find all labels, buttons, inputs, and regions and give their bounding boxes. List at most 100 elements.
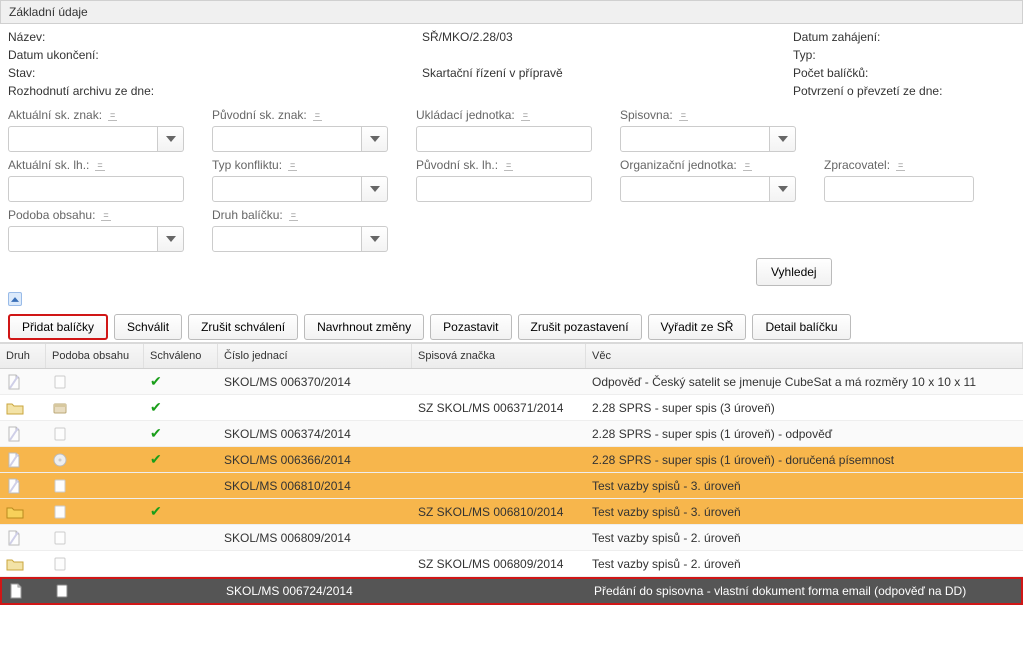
search-button[interactable]: Vyhledej <box>756 258 832 286</box>
eq-icon: = <box>289 210 298 221</box>
label-zpracovatel: Zpracovatel: <box>824 158 890 172</box>
eq-icon: = <box>288 160 297 171</box>
label-akt-sk-lh: Aktuální sk. lh.: <box>8 158 89 172</box>
dropdown-typ-konfliktu[interactable] <box>362 176 388 202</box>
input-ukl-jednotka[interactable] <box>416 126 592 152</box>
remove-button[interactable]: Vyřadit ze SŘ <box>648 314 747 340</box>
eq-icon: = <box>504 160 513 171</box>
eq-icon: = <box>313 110 322 121</box>
input-zpracovatel[interactable] <box>824 176 974 202</box>
cell-sz: SZ SKOL/MS 006810/2014 <box>412 505 586 519</box>
eq-icon: = <box>95 160 104 171</box>
filters-section: Aktuální sk. znak:= Původní sk. znak:= U… <box>0 104 1023 252</box>
input-puv-sk-lh[interactable] <box>416 176 592 202</box>
results-grid: Druh Podoba obsahu Schváleno Číslo jedna… <box>0 343 1023 605</box>
suspend-button[interactable]: Pozastavit <box>430 314 511 340</box>
panel-title: Základní údaje <box>0 0 1023 24</box>
cell-schvaleno: ✔ <box>144 425 218 442</box>
collapse-toggle[interactable] <box>8 292 22 306</box>
toolbar: Přidat balíčky Schválit Zrušit schválení… <box>0 312 1023 343</box>
table-row[interactable]: ✔ SKOL/MS 006374/2014 2.28 SPRS - super sp… <box>0 421 1023 447</box>
label-puv-sk-lh: Původní sk. lh.: <box>416 158 498 172</box>
dropdown-puv-sk-znak[interactable] <box>362 126 388 152</box>
label-nazev: Název: <box>8 30 45 44</box>
input-typ-konfliktu[interactable] <box>212 176 362 202</box>
detail-button[interactable]: Detail balíčku <box>752 314 850 340</box>
value-nazev: SŘ/MKO/2.28/03 <box>422 30 513 44</box>
cancel-suspend-button[interactable]: Zrušit pozastavení <box>518 314 642 340</box>
label-ukl-jednotka: Ukládací jednotka: <box>416 108 515 122</box>
input-akt-sk-lh[interactable] <box>8 176 184 202</box>
col-sz[interactable]: Spisová značka <box>412 344 586 368</box>
label-potvrzeni: Potvrzení o převzetí ze dne: <box>793 84 942 98</box>
cell-schvaleno: ✔ <box>144 451 218 468</box>
table-row[interactable]: SKOL/MS 006724/2014Předání do spisovna -… <box>0 577 1023 605</box>
col-vec[interactable]: Věc <box>586 344 1023 368</box>
table-row[interactable]: SKOL/MS 006810/2014Test vazby spisů - 3.… <box>0 473 1023 499</box>
cell-druh-icon <box>0 478 46 494</box>
add-packages-button[interactable]: Přidat balíčky <box>8 314 108 340</box>
eq-icon: = <box>101 210 110 221</box>
col-cj[interactable]: Číslo jednací <box>218 344 412 368</box>
cell-podoba-icon <box>46 374 144 390</box>
cell-druh-icon <box>0 530 46 546</box>
label-typ-konfliktu: Typ konfliktu: <box>212 158 282 172</box>
cell-podoba-icon <box>46 452 144 468</box>
cell-vec: 2.28 SPRS - super spis (1 úroveň) - odpo… <box>586 427 1023 441</box>
input-druh-balicku[interactable] <box>212 226 362 252</box>
cell-sz: SZ SKOL/MS 006371/2014 <box>412 401 586 415</box>
approve-button[interactable]: Schválit <box>114 314 182 340</box>
col-druh[interactable]: Druh <box>0 344 46 368</box>
label-podoba-obsahu: Podoba obsahu: <box>8 208 95 222</box>
dropdown-druh-balicku[interactable] <box>362 226 388 252</box>
table-row[interactable]: SZ SKOL/MS 006809/2014Test vazby spisů -… <box>0 551 1023 577</box>
table-row[interactable]: ✔SKOL/MS 006370/2014Odpověď - Český sate… <box>0 369 1023 395</box>
label-stav: Stav: <box>8 66 35 80</box>
input-akt-sk-znak[interactable] <box>8 126 158 152</box>
col-schvaleno[interactable]: Schváleno <box>144 344 218 368</box>
info-section: Název: SŘ/MKO/2.28/03 Datum zahájení: Da… <box>0 24 1023 104</box>
table-row[interactable]: ✔SKOL/MS 006366/20142.28 SPRS - super sp… <box>0 447 1023 473</box>
label-pocet: Počet balíčků: <box>793 66 868 80</box>
cell-vec: 2.28 SPRS - super spis (3 úroveň) <box>586 401 1023 415</box>
dropdown-org-jednotka[interactable] <box>770 176 796 202</box>
cell-vec: Předání do spisovna - vlastní dokument f… <box>588 584 1021 598</box>
cell-druh-icon <box>0 374 46 390</box>
grid-header: Druh Podoba obsahu Schváleno Číslo jedna… <box>0 344 1023 369</box>
label-akt-sk-znak: Aktuální sk. znak: <box>8 108 102 122</box>
input-podoba-obsahu[interactable] <box>8 226 158 252</box>
input-puv-sk-znak[interactable] <box>212 126 362 152</box>
input-org-jednotka[interactable] <box>620 176 770 202</box>
cell-cj: SKOL/MS 006810/2014 <box>218 479 412 493</box>
check-icon: ✔ <box>150 425 162 442</box>
check-icon: ✔ <box>150 503 162 520</box>
cell-schvaleno: ✔ <box>144 399 218 416</box>
input-spisovna[interactable] <box>620 126 770 152</box>
cell-schvaleno: ✔ <box>144 503 218 520</box>
col-podoba[interactable]: Podoba obsahu <box>46 344 144 368</box>
table-row[interactable]: ✔ SZ SKOL/MS 006810/2014Test vazby spisů … <box>0 499 1023 525</box>
value-stav: Skartační řízení v přípravě <box>422 66 563 80</box>
cell-podoba-icon <box>46 426 144 442</box>
label-datum-ukonceni: Datum ukončení: <box>8 48 99 62</box>
cancel-approval-button[interactable]: Zrušit schválení <box>188 314 298 340</box>
dropdown-akt-sk-znak[interactable] <box>158 126 184 152</box>
label-rozhodnuti: Rozhodnutí archivu ze dne: <box>8 84 154 98</box>
table-row[interactable]: SKOL/MS 006809/2014 Test vazby spisů - 2.… <box>0 525 1023 551</box>
cell-schvaleno: ✔ <box>144 373 218 390</box>
cell-cj: SKOL/MS 006809/2014 <box>218 531 412 545</box>
cell-podoba-icon <box>46 556 144 572</box>
cell-vec: Test vazby spisů - 3. úroveň <box>586 505 1023 519</box>
cell-vec: Test vazby spisů - 2. úroveň <box>586 531 1023 545</box>
propose-changes-button[interactable]: Navrhnout změny <box>304 314 424 340</box>
cell-druh-icon <box>0 401 46 415</box>
table-row[interactable]: ✔ SZ SKOL/MS 006371/20142.28 SPRS - super… <box>0 395 1023 421</box>
dropdown-spisovna[interactable] <box>770 126 796 152</box>
cell-vec: 2.28 SPRS - super spis (1 úroveň) - doru… <box>586 453 1023 467</box>
cell-vec: Odpověď - Český satelit se jmenuje CubeS… <box>586 375 1023 389</box>
cell-podoba-icon <box>48 583 146 599</box>
dropdown-podoba-obsahu[interactable] <box>158 226 184 252</box>
label-org-jednotka: Organizační jednotka: <box>620 158 737 172</box>
cell-cj: SKOL/MS 006374/2014 <box>218 427 412 441</box>
label-datum-zahajeni: Datum zahájení: <box>793 30 880 44</box>
